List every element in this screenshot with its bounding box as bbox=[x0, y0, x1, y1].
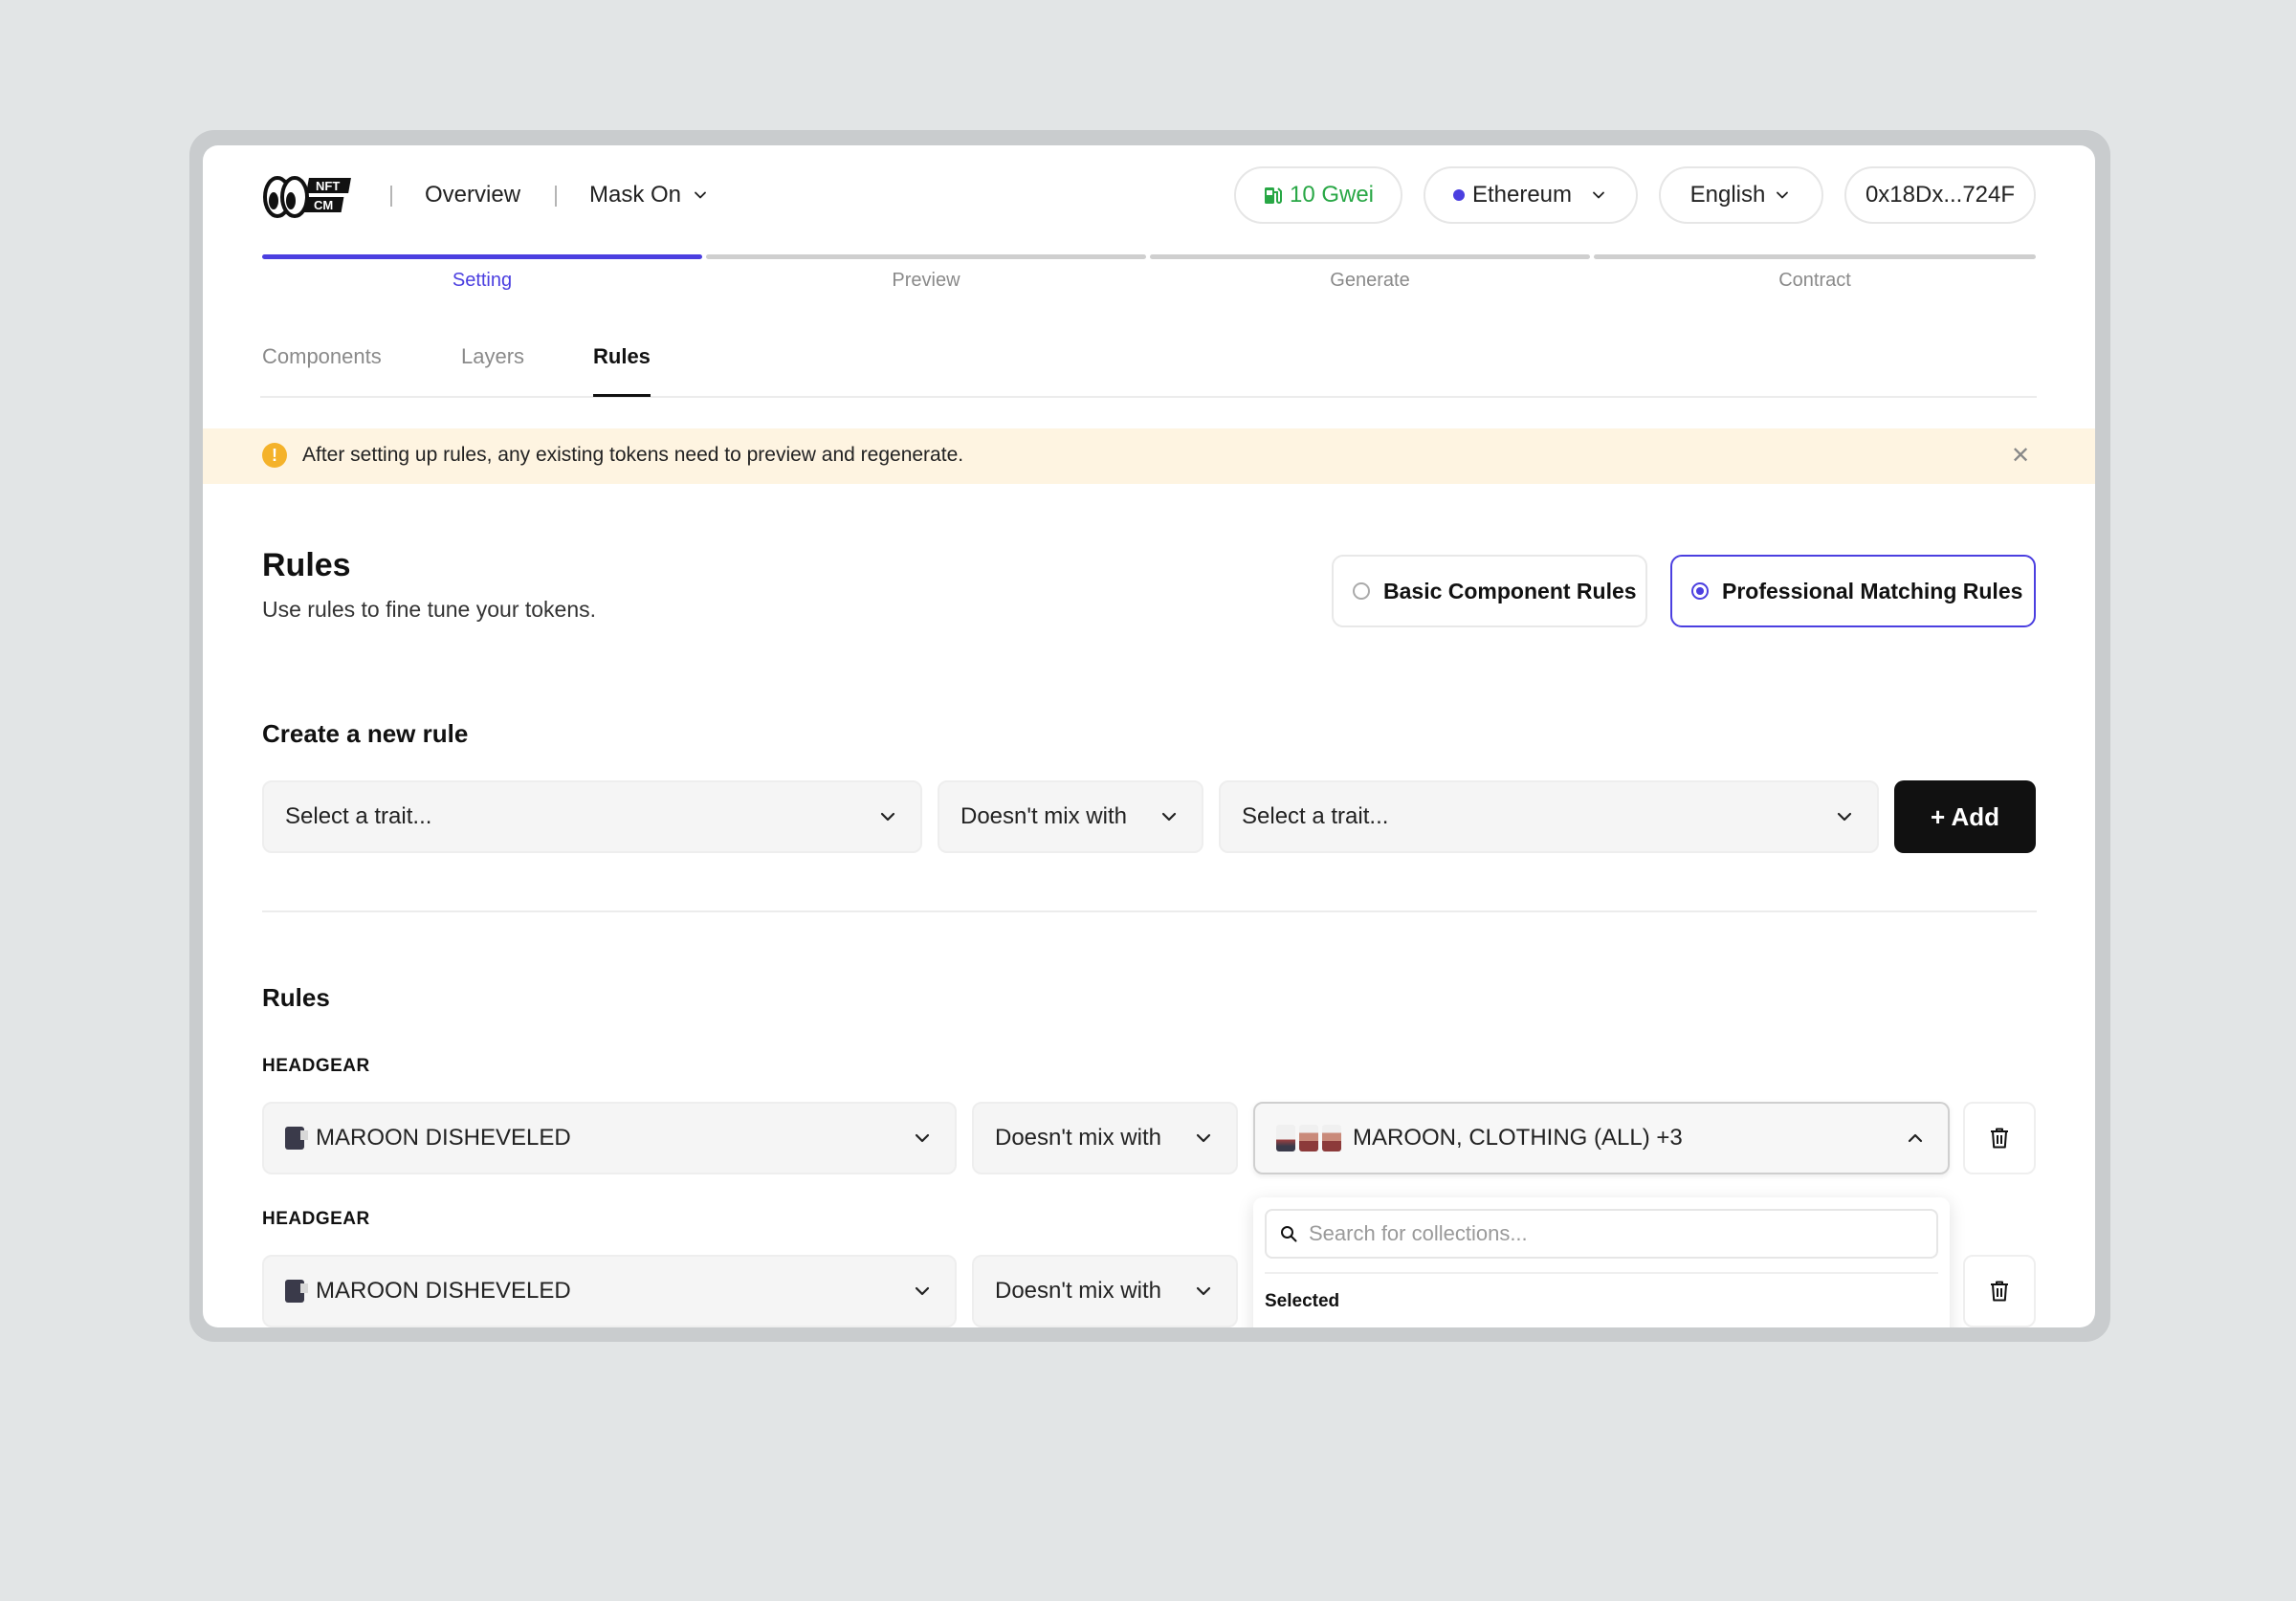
step-contract[interactable]: Contract bbox=[1594, 270, 2036, 292]
page-subtitle: Use rules to fine tune your tokens. bbox=[262, 597, 597, 622]
gas-price-text: 10 Gwei bbox=[1289, 182, 1375, 208]
app-window: NFT CM Overview Mask On 10 Gwei Ethereum… bbox=[203, 145, 2095, 1327]
rules-list-title: Rules bbox=[262, 983, 330, 1012]
chevron-down-icon bbox=[915, 1286, 930, 1296]
network-name: Ethereum bbox=[1471, 182, 1573, 208]
professional-rules-option[interactable]: Professional Matching Rules bbox=[1670, 555, 2036, 627]
rule-trait-select[interactable]: MAROON DISHEVELED bbox=[262, 1102, 957, 1174]
close-icon[interactable]: ✕ bbox=[2011, 442, 2030, 470]
trait-thumbnail bbox=[285, 1127, 308, 1150]
network-dot-icon bbox=[1452, 189, 1465, 201]
wallet-address: 0x18Dx...724F bbox=[1865, 182, 2016, 208]
rule-trait-select[interactable]: MAROON DISHEVELED bbox=[262, 1255, 957, 1327]
step-bar-preview bbox=[706, 254, 1146, 259]
collections-search[interactable] bbox=[1265, 1209, 1938, 1259]
collections-dropdown: Selected bbox=[1253, 1197, 1950, 1327]
step-bar-setting bbox=[262, 254, 702, 259]
target-thumbnails bbox=[1276, 1125, 1341, 1151]
step-setting[interactable]: Setting bbox=[262, 270, 702, 292]
delete-rule-button[interactable] bbox=[1963, 1255, 2036, 1327]
chevron-down-icon bbox=[1161, 812, 1177, 822]
trait-thumbnail bbox=[285, 1280, 308, 1303]
target-thumbnail bbox=[1276, 1125, 1295, 1151]
trait-select-left-value: Select a trait... bbox=[285, 803, 432, 829]
trait-select-left[interactable]: Select a trait... bbox=[262, 780, 922, 853]
basic-rules-label: Basic Component Rules bbox=[1383, 578, 1637, 603]
tab-components[interactable]: Components bbox=[262, 344, 382, 369]
rule-relation-value: Doesn't mix with bbox=[995, 1278, 1161, 1304]
dropdown-divider bbox=[1265, 1272, 1938, 1274]
nav-separator bbox=[555, 186, 557, 207]
chevron-down-icon bbox=[1837, 812, 1852, 822]
svg-text:NFT: NFT bbox=[316, 179, 340, 193]
professional-rules-label: Professional Matching Rules bbox=[1722, 578, 2023, 603]
chevron-down-icon bbox=[915, 1133, 930, 1143]
delete-rule-button[interactable] bbox=[1963, 1102, 2036, 1174]
chevron-down-icon bbox=[1196, 1286, 1211, 1296]
rule-relation-select[interactable]: Doesn't mix with bbox=[972, 1255, 1238, 1327]
trash-icon bbox=[1991, 1128, 2008, 1149]
step-bar-contract bbox=[1594, 254, 2036, 259]
tab-layers[interactable]: Layers bbox=[461, 344, 524, 369]
trait-select-right[interactable]: Select a trait... bbox=[1219, 780, 1879, 853]
overview-link[interactable]: Overview bbox=[425, 182, 520, 208]
chevron-down-icon bbox=[1593, 191, 1604, 199]
chevron-down-icon bbox=[880, 812, 895, 822]
warning-icon: ! bbox=[262, 443, 287, 468]
rule-group-label: HEADGEAR bbox=[262, 1209, 370, 1229]
rule-relation-value: Doesn't mix with bbox=[995, 1125, 1161, 1151]
section-divider bbox=[262, 910, 2037, 912]
active-tab-indicator bbox=[593, 394, 651, 397]
create-rule-title: Create a new rule bbox=[262, 719, 469, 748]
add-rule-button[interactable]: + Add bbox=[1894, 780, 2036, 853]
chevron-down-icon bbox=[1777, 191, 1789, 199]
target-thumbnail bbox=[1299, 1125, 1318, 1151]
rule-targets-value: MAROON, CLOTHING (ALL) +3 bbox=[1353, 1125, 1683, 1151]
trait-select-right-value: Select a trait... bbox=[1242, 803, 1389, 829]
gas-price-pill[interactable]: 10 Gwei bbox=[1234, 166, 1402, 224]
target-thumbnail bbox=[1322, 1125, 1341, 1151]
gas-pump-icon bbox=[1264, 187, 1282, 204]
tab-rules[interactable]: Rules bbox=[593, 344, 651, 369]
search-icon bbox=[1281, 1226, 1297, 1242]
rule-trait-value: MAROON DISHEVELED bbox=[316, 1125, 571, 1151]
project-selector[interactable]: Mask On bbox=[589, 182, 710, 208]
page-title: Rules bbox=[262, 547, 351, 583]
nft-cm-logo[interactable]: NFT CM bbox=[262, 172, 358, 220]
device-frame: NFT CM Overview Mask On 10 Gwei Ethereum… bbox=[189, 130, 2110, 1342]
chevron-down-icon bbox=[695, 191, 706, 199]
chevron-down-icon bbox=[1196, 1133, 1211, 1143]
relation-select-value: Doesn't mix with bbox=[960, 803, 1127, 829]
network-selector[interactable]: Ethereum bbox=[1424, 166, 1638, 224]
rule-targets-select[interactable]: MAROON, CLOTHING (ALL) +3 bbox=[1253, 1102, 1950, 1174]
relation-select[interactable]: Doesn't mix with bbox=[938, 780, 1203, 853]
tabs-divider bbox=[260, 396, 2037, 398]
svg-text:CM: CM bbox=[314, 198, 333, 212]
step-generate[interactable]: Generate bbox=[1150, 270, 1590, 292]
step-bar-generate bbox=[1150, 254, 1590, 259]
chevron-up-icon bbox=[1908, 1133, 1923, 1143]
warning-text: After setting up rules, any existing tok… bbox=[302, 444, 964, 466]
radio-unchecked-icon bbox=[1353, 582, 1370, 600]
wallet-address-pill[interactable]: 0x18Dx...724F bbox=[1844, 166, 2036, 224]
step-preview[interactable]: Preview bbox=[706, 270, 1146, 292]
basic-rules-option[interactable]: Basic Component Rules bbox=[1332, 555, 1647, 627]
project-name: Mask On bbox=[589, 182, 682, 208]
rule-trait-value: MAROON DISHEVELED bbox=[316, 1278, 571, 1304]
language-selector[interactable]: English bbox=[1659, 166, 1823, 224]
nav-separator bbox=[390, 186, 392, 207]
radio-checked-icon bbox=[1691, 582, 1709, 600]
language-name: English bbox=[1689, 182, 1766, 208]
trash-icon bbox=[1991, 1281, 2008, 1302]
collections-search-input[interactable] bbox=[1309, 1221, 1883, 1246]
selected-heading: Selected bbox=[1265, 1291, 1340, 1311]
rule-group-label: HEADGEAR bbox=[262, 1056, 370, 1076]
rule-relation-select[interactable]: Doesn't mix with bbox=[972, 1102, 1238, 1174]
